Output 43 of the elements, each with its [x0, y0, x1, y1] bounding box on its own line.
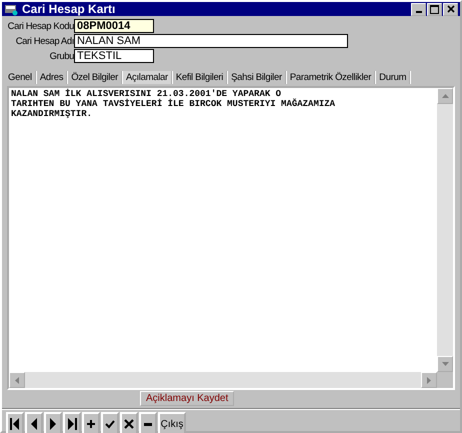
memo-line: NALAN SAM İLK ALISVERISINI 21.03.2001'DE YAPARAK O [11, 89, 282, 99]
first-record-icon [9, 417, 21, 431]
memo-line: KAZANDIRMIŞTIR. [11, 109, 94, 119]
toolbar-button[interactable] [82, 412, 100, 433]
right-arrow-icon [427, 376, 431, 384]
close-button[interactable] [443, 2, 458, 16]
text-field[interactable]: NALAN SAM [74, 34, 348, 48]
field-label: Cari Hesap Adı [14, 36, 74, 46]
last-record-icon [66, 417, 78, 431]
window-title: Cari Hesap Kartı [22, 2, 116, 16]
exit-button[interactable]: Çıkış [158, 412, 186, 433]
scroll-down-button[interactable] [437, 356, 453, 372]
toolbar-button[interactable] [120, 412, 138, 433]
close-icon [446, 5, 454, 13]
maximize-icon [430, 4, 439, 14]
up-arrow-icon [442, 94, 448, 98]
toolbar-button[interactable] [25, 412, 43, 433]
save-description-button[interactable]: Açiklamayı Kaydet [140, 391, 234, 406]
tab[interactable]: Adres [36, 71, 68, 84]
text-field[interactable]: TEKSTIL [74, 49, 154, 63]
down-arrow-icon [442, 362, 448, 366]
tab[interactable]: Açılamalar [122, 71, 173, 84]
field-label: Cari Hesap Kodu [6, 20, 74, 32]
left-arrow-icon [15, 376, 19, 384]
field-label: Grubu [48, 50, 74, 62]
scroll-left-button[interactable] [9, 372, 25, 388]
plus-icon [85, 417, 97, 431]
scroll-up-button[interactable] [437, 88, 453, 104]
close-icon [123, 417, 135, 431]
memo-field[interactable]: NALAN SAM İLK ALISVERISINI 21.03.2001'DE YAPARAK O TARIHTEN BU YANA TAVSİYELERİ İLE BIRCOK MUSTERIYI MAĞAZAMIZA KAZANDIRMIŞTIR. [7, 86, 455, 390]
text-field[interactable]: 08PM0014 [74, 19, 154, 33]
tab[interactable]: Genel [5, 71, 37, 84]
toolbar-button[interactable] [44, 412, 62, 433]
maximize-button[interactable] [427, 2, 442, 16]
toolbar-button[interactable] [6, 412, 24, 433]
scrollbar-corner [437, 372, 453, 388]
next-icon [47, 417, 59, 431]
toolbar-button[interactable] [139, 412, 157, 433]
minimize-button[interactable] [411, 2, 426, 16]
memo-line: TARIHTEN BU YANA TAVSİYELERİ İLE BIRCOK MUSTERIYI MAĞAZAMIZA [11, 99, 336, 109]
toolbar-button[interactable] [101, 412, 119, 433]
toolbar-button[interactable] [63, 412, 81, 433]
scroll-right-button[interactable] [421, 372, 437, 388]
